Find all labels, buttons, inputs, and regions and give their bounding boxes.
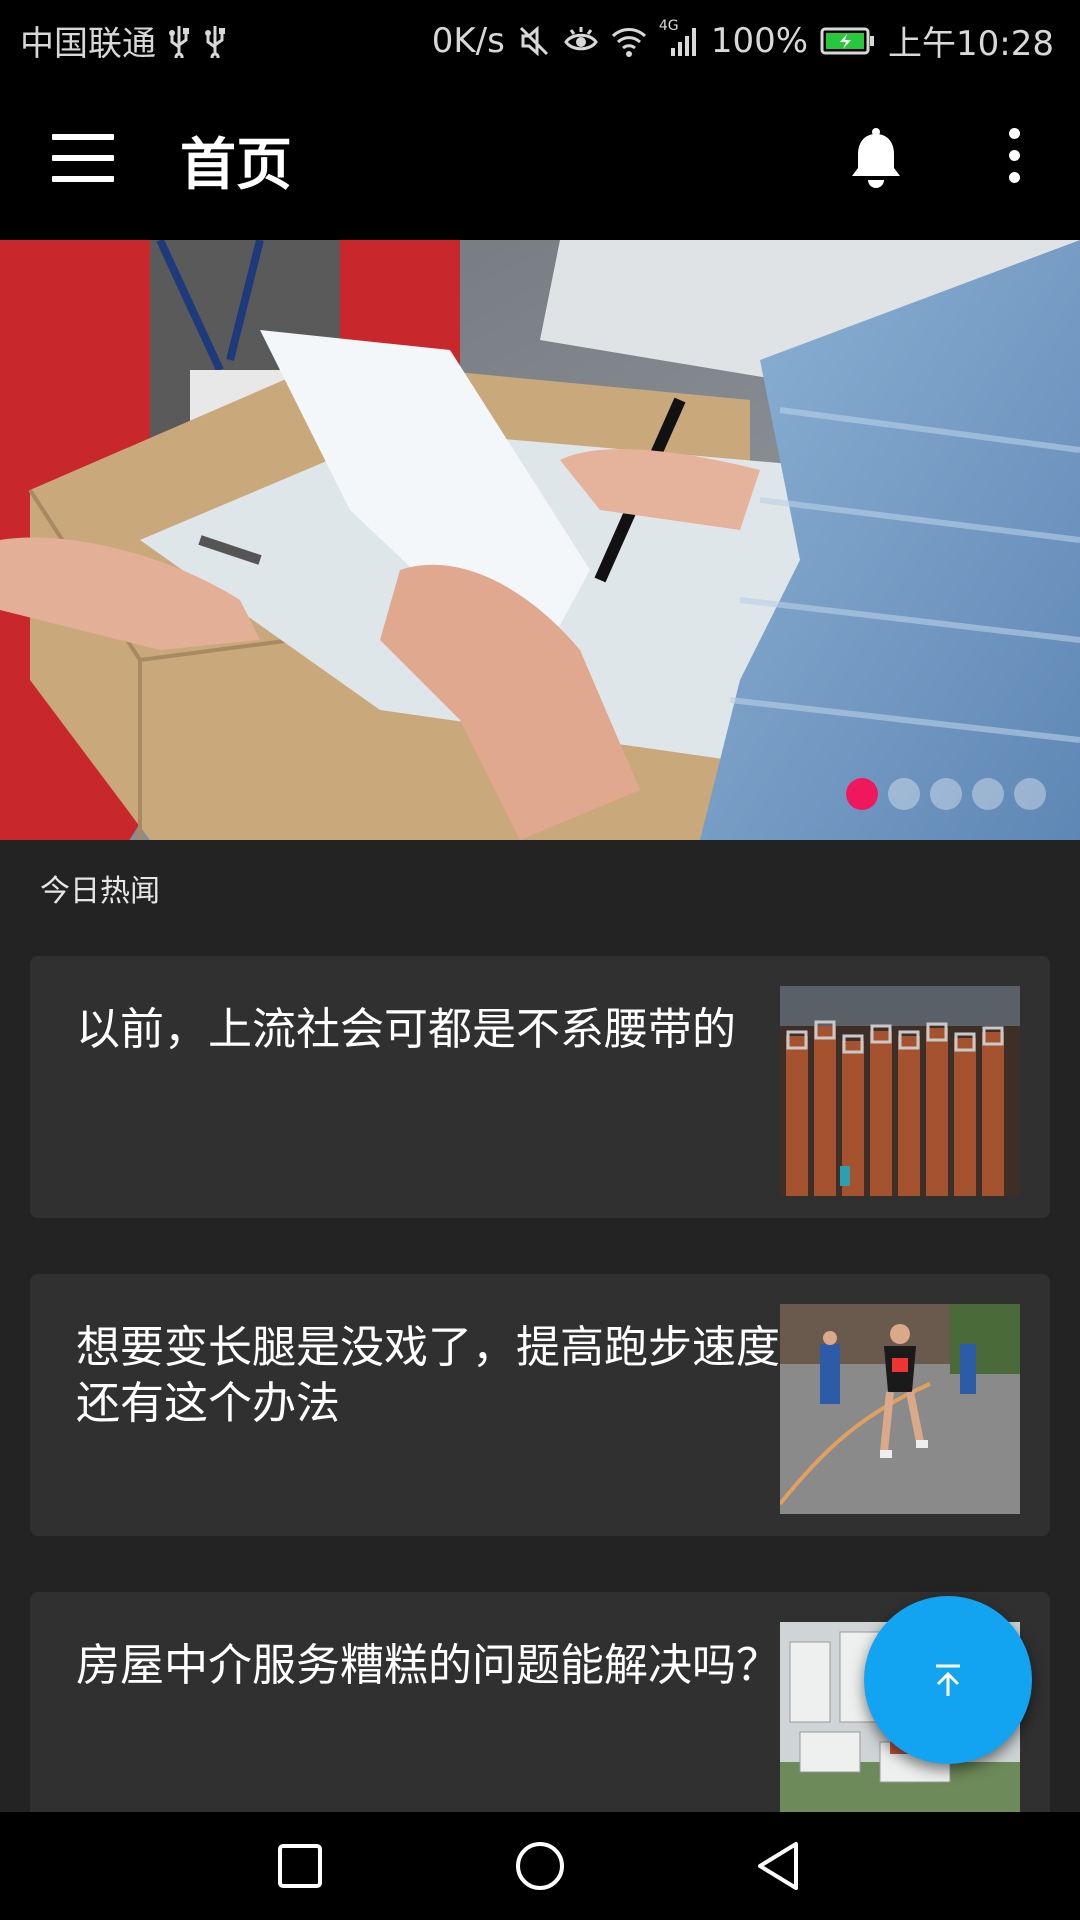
status-bar: 中国联通 0K/s 4G 100% 上午10:28	[0, 0, 1080, 76]
notification-bell-icon[interactable]	[846, 126, 906, 192]
network-type-label: 4G	[658, 17, 679, 34]
news-title: 想要变长腿是没戏了，提高跑步速度还有这个办法	[76, 1322, 780, 1429]
battery-charging-icon	[820, 26, 876, 56]
more-options-icon[interactable]	[996, 128, 1032, 188]
arrow-up-icon	[936, 1664, 960, 1696]
net-speed-label: 0K/s	[431, 20, 505, 61]
carousel-dot[interactable]	[1014, 778, 1046, 810]
eye-comfort-icon	[563, 24, 599, 58]
recent-apps-icon[interactable]	[270, 1836, 330, 1896]
carousel-indicator	[846, 778, 1046, 810]
wifi-icon	[611, 24, 647, 58]
news-thumbnail	[780, 1304, 1020, 1514]
banner-image	[0, 240, 1080, 840]
carousel-dot[interactable]	[846, 778, 878, 810]
carousel-dot[interactable]	[930, 778, 962, 810]
usb-icon	[166, 24, 192, 58]
news-title: 房屋中介服务糟糕的问题能解决吗？	[76, 1640, 780, 1691]
section-label: 今日热闻	[40, 874, 160, 909]
banner-carousel[interactable]	[0, 240, 1080, 840]
menu-icon[interactable]	[52, 134, 114, 184]
app-bar: 首页	[0, 76, 1080, 240]
carousel-dot[interactable]	[888, 778, 920, 810]
page-title: 首页	[180, 133, 292, 198]
signal-icon: 4G	[659, 18, 699, 58]
home-icon[interactable]	[510, 1836, 570, 1896]
carrier-label: 中国联通	[20, 24, 156, 64]
usb-icon	[202, 24, 228, 58]
scroll-to-top-button[interactable]	[864, 1596, 1032, 1764]
news-title: 以前，上流社会可都是不系腰带的	[76, 1004, 736, 1055]
news-card[interactable]: 以前，上流社会可都是不系腰带的	[30, 956, 1050, 1218]
carousel-dot[interactable]	[972, 778, 1004, 810]
news-card[interactable]: 想要变长腿是没戏了，提高跑步速度还有这个办法	[30, 1274, 1050, 1536]
mute-icon	[517, 24, 551, 58]
clock-label: 上午10:28	[888, 24, 1054, 64]
battery-percent-label: 100%	[710, 20, 809, 61]
system-nav-bar	[0, 1812, 1080, 1920]
news-thumbnail	[780, 986, 1020, 1196]
back-icon[interactable]	[750, 1836, 810, 1896]
